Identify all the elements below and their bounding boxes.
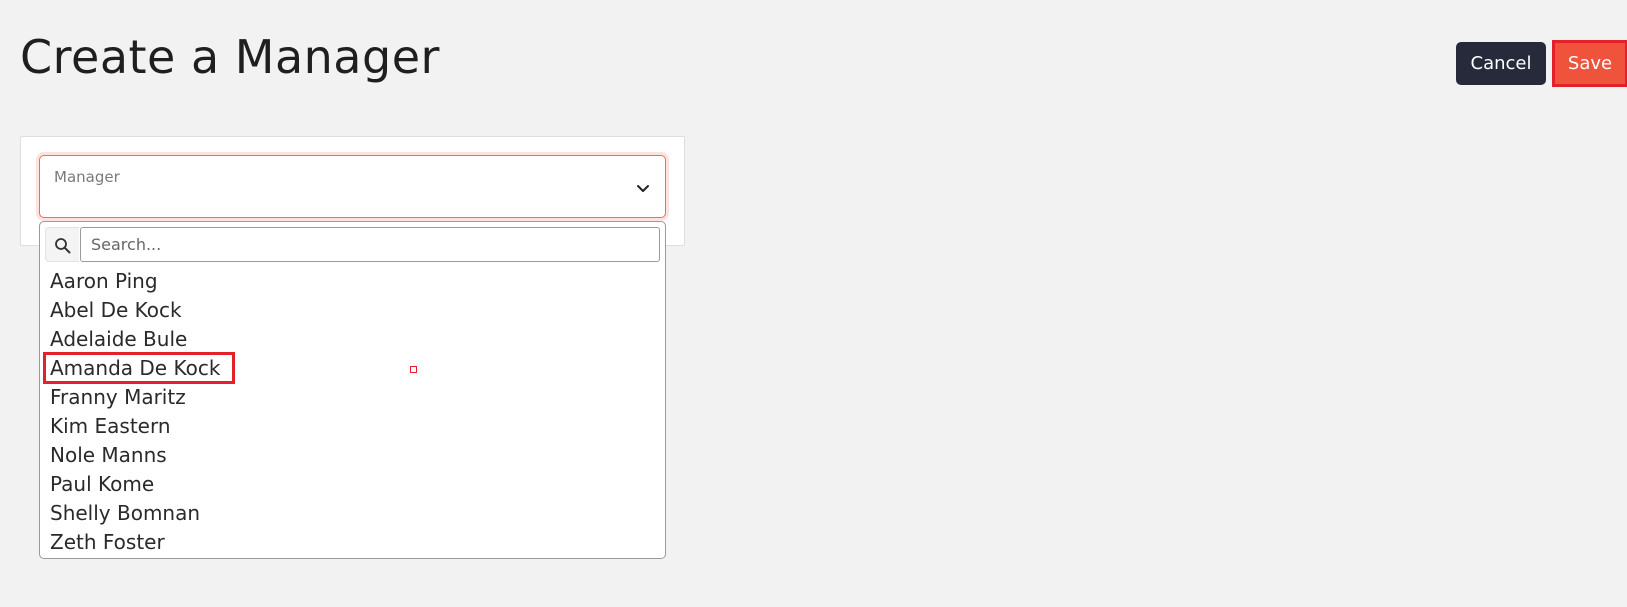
manager-select[interactable]: Manager (39, 155, 666, 218)
option-item[interactable]: Abel De Kock (40, 296, 665, 325)
option-item[interactable]: Paul Kome (40, 470, 665, 499)
option-item[interactable]: Adelaide Bule (40, 325, 665, 354)
dropdown-search-row (45, 227, 660, 262)
option-label: Zeth Foster (50, 530, 165, 554)
manager-dropdown: Aaron Ping Abel De Kock Adelaide Bule Am… (39, 221, 666, 559)
option-label: Abel De Kock (50, 298, 182, 322)
option-item[interactable]: Zeth Foster (40, 528, 665, 557)
search-icon (45, 227, 79, 262)
option-item[interactable]: Shelly Bomnan (40, 499, 665, 528)
manager-select-label: Manager (54, 168, 120, 186)
page-title: Create a Manager (20, 30, 440, 84)
option-item[interactable]: Franny Maritz (40, 383, 665, 412)
save-button[interactable]: Save (1552, 40, 1627, 87)
cancel-button[interactable]: Cancel (1456, 42, 1546, 85)
option-label: Nole Manns (50, 443, 167, 467)
option-item-highlighted[interactable]: Amanda De Kock (40, 352, 665, 384)
chevron-down-icon (635, 180, 651, 196)
search-input[interactable] (80, 227, 660, 262)
cursor-marker (410, 366, 417, 373)
option-item[interactable]: Kim Eastern (40, 412, 665, 441)
option-item[interactable]: Nole Manns (40, 441, 665, 470)
option-label: Amanda De Kock (42, 352, 236, 384)
option-label: Shelly Bomnan (50, 501, 201, 525)
option-label: Franny Maritz (50, 385, 186, 409)
option-label: Paul Kome (50, 472, 155, 496)
option-list: Aaron Ping Abel De Kock Adelaide Bule Am… (40, 267, 665, 557)
option-label: Kim Eastern (50, 414, 171, 438)
option-label: Adelaide Bule (50, 327, 188, 351)
option-item[interactable]: Aaron Ping (40, 267, 665, 296)
option-label: Aaron Ping (50, 269, 158, 293)
